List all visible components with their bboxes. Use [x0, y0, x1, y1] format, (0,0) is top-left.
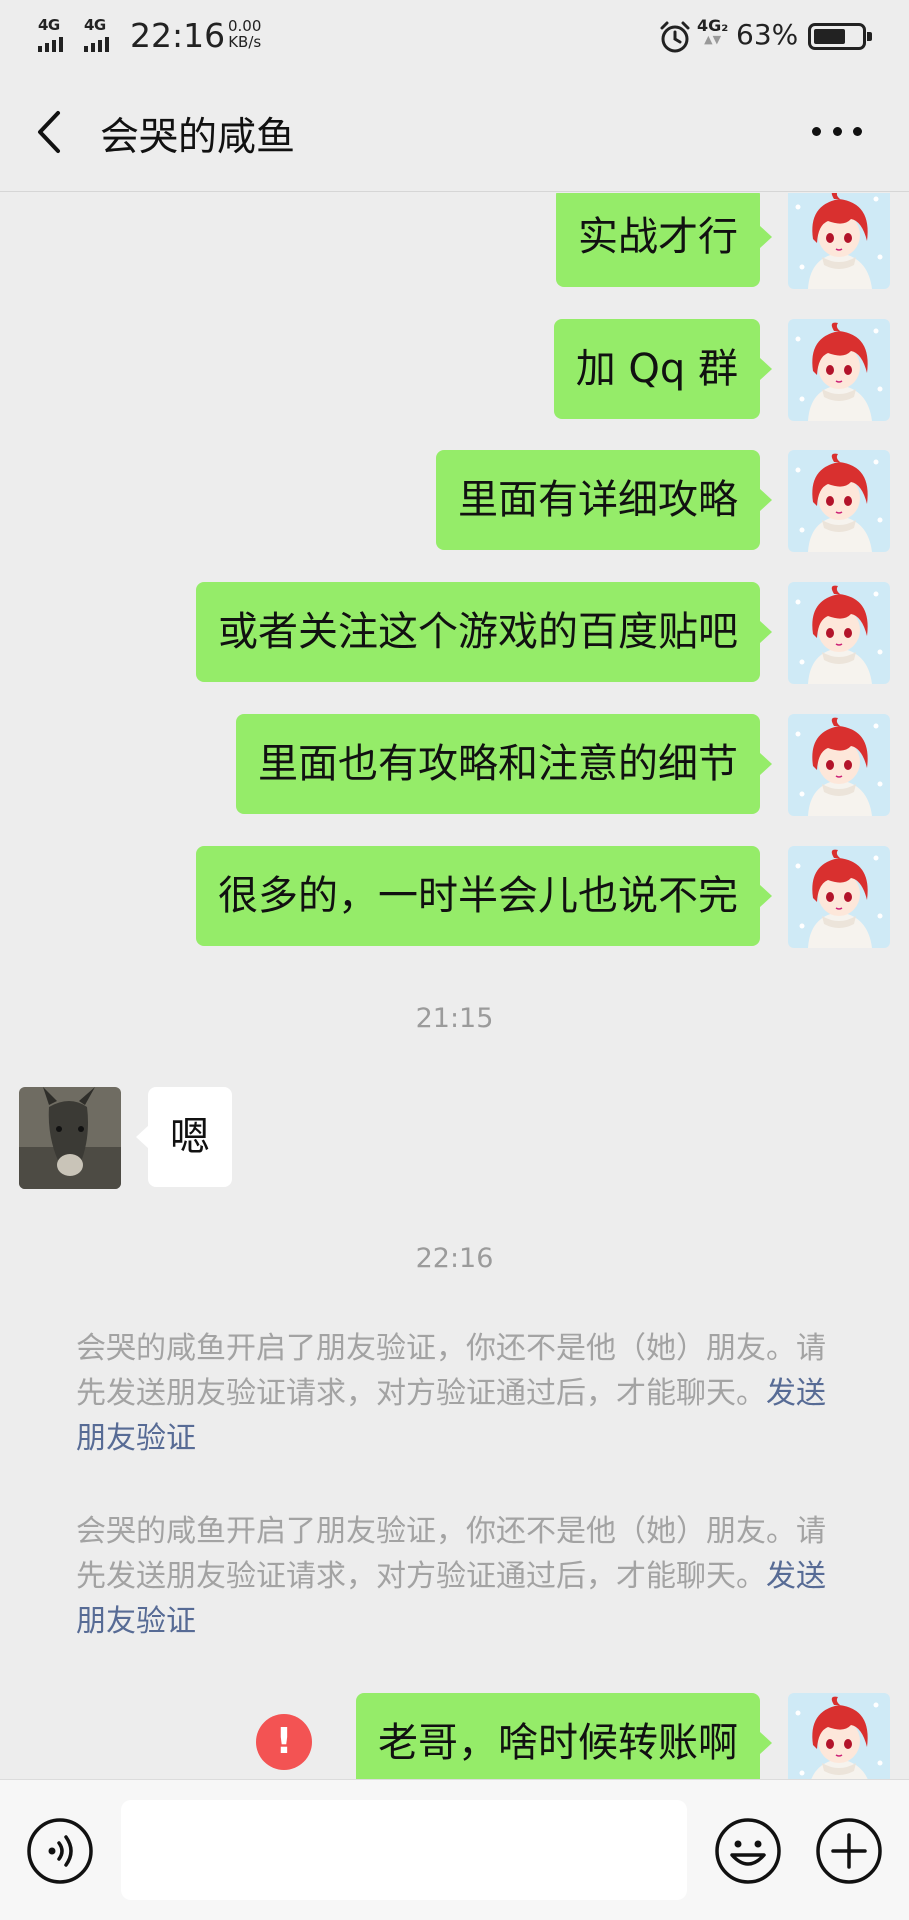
- my-avatar[interactable]: [788, 1693, 890, 1779]
- outgoing-message-bubble[interactable]: 或者关注这个游戏的百度贴吧: [196, 582, 772, 682]
- input-bar: [0, 1779, 909, 1920]
- outgoing-message-bubble[interactable]: 里面也有攻略和注意的细节: [236, 714, 772, 814]
- my-avatar[interactable]: [788, 319, 890, 421]
- timestamp-separator: 21:15: [415, 1003, 494, 1034]
- my-avatar[interactable]: [788, 714, 890, 816]
- my-avatar[interactable]: [788, 846, 890, 948]
- my-avatar[interactable]: [788, 450, 890, 552]
- my-avatar[interactable]: [788, 582, 890, 684]
- system-notice-text: 会哭的咸鱼开启了朋友验证，你还不是他（她）朋友。请先发送朋友验证请求，对方验证通…: [76, 1514, 826, 1594]
- system-notice: 会哭的咸鱼开启了朋友验证，你还不是他（她）朋友。请先发送朋友验证请求，对方验证通…: [76, 1326, 846, 1461]
- outgoing-message-bubble[interactable]: 加 Qq 群: [553, 319, 773, 419]
- chat-title: 会哭的咸鱼: [100, 115, 296, 160]
- outgoing-message-bubble[interactable]: 老哥，啥时候转账啊: [356, 1693, 772, 1779]
- my-avatar[interactable]: [788, 193, 890, 289]
- sim1-network-label: 4G: [38, 16, 60, 34]
- message-list[interactable]: 实战才行 加 Qq 群 里面有详细攻略 或者关注这个游戏的百度贴吧 里面也有攻略…: [0, 193, 909, 1779]
- status-bar: 4G 4G 22:16 0.00 KB/s 4G₂ ▲▼ 63%: [0, 0, 909, 72]
- battery-icon: [808, 23, 872, 50]
- sim1-signal-icon: 4G: [38, 16, 82, 52]
- status-time: 22:16: [130, 16, 226, 55]
- voice-icon[interactable]: [26, 1817, 94, 1885]
- speed-unit: KB/s: [228, 33, 262, 51]
- battery-percent: 63%: [736, 18, 799, 51]
- emoji-icon[interactable]: [714, 1817, 782, 1885]
- send-failed-icon[interactable]: !: [256, 1714, 312, 1770]
- outgoing-message-bubble[interactable]: 里面有详细攻略: [436, 450, 772, 550]
- contact-avatar[interactable]: [19, 1087, 121, 1189]
- system-notice: 会哭的咸鱼开启了朋友验证，你还不是他（她）朋友。请先发送朋友验证请求，对方验证通…: [76, 1509, 846, 1644]
- network-speed: 0.00 KB/s: [228, 18, 261, 50]
- plus-icon[interactable]: [815, 1817, 883, 1885]
- speed-value: 0.00: [228, 17, 262, 35]
- sim2-badge-icon: 4G₂ ▲▼: [697, 16, 729, 46]
- system-notice-text: 会哭的咸鱼开启了朋友验证，你还不是他（她）朋友。请先发送朋友验证请求，对方验证通…: [76, 1331, 826, 1411]
- alarm-icon: [660, 21, 690, 53]
- sim2-network-label: 4G: [84, 16, 106, 34]
- incoming-message-bubble[interactable]: 嗯: [136, 1087, 232, 1187]
- chat-header: 会哭的咸鱼: [0, 72, 909, 192]
- back-icon[interactable]: [30, 105, 70, 159]
- outgoing-message-bubble[interactable]: 实战才行: [556, 193, 772, 287]
- more-options-icon[interactable]: [812, 124, 862, 138]
- message-input[interactable]: [121, 1800, 687, 1900]
- sim2-signal-icon: 4G: [84, 16, 128, 52]
- outgoing-message-bubble[interactable]: 很多的，一时半会儿也说不完: [196, 846, 772, 946]
- timestamp-separator: 22:16: [415, 1243, 494, 1274]
